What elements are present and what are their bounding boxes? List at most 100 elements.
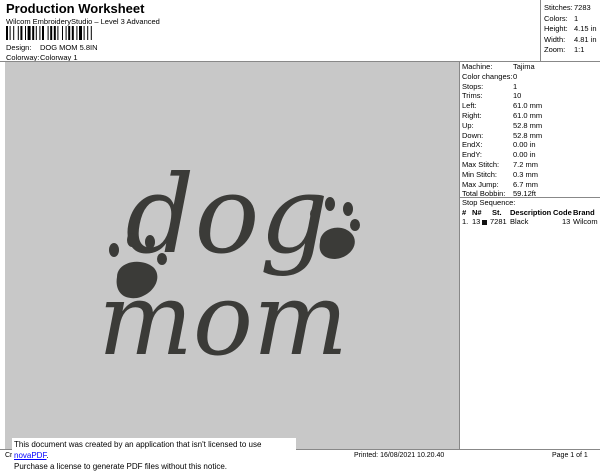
software-subtitle: Wilcom EmbroideryStudio – Level 3 Advanc…	[6, 17, 160, 26]
barcode-bar	[71, 26, 74, 40]
stat-label: Height:	[544, 24, 568, 33]
machine-value: 61.0 mm	[513, 110, 543, 120]
machine-info-panel: Machine: Tajima Color changes: 0 Stops: 1 Trim…	[462, 62, 598, 199]
table-row: 1. 13 7281 Black 13 Wilcom	[462, 217, 598, 227]
col-code: Code	[553, 208, 572, 217]
novapdf-link[interactable]: novaPDF	[14, 451, 46, 460]
barcode-bar	[9, 26, 11, 40]
color-swatch	[482, 217, 487, 226]
machine-label: Color changes:	[462, 71, 513, 81]
machine-value: 6.7 mm	[513, 179, 539, 189]
stat-colors: Colors: 1	[544, 14, 600, 25]
barcode-bar	[68, 26, 71, 40]
machine-label: Trims:	[462, 91, 483, 101]
barcode-bar	[35, 26, 37, 40]
stat-value: 4.15 in	[574, 24, 597, 33]
machine-value: 52.8 mm	[513, 120, 543, 130]
barcode-bar	[27, 26, 31, 40]
machine-value: 0.00 in	[513, 150, 536, 160]
row-st: 7281	[490, 217, 507, 226]
barcode-bar	[50, 26, 53, 40]
machine-label: EndX:	[462, 140, 483, 150]
design-text-dog: dog	[125, 153, 328, 278]
page-number: Page 1 of 1	[552, 452, 588, 459]
stat-value: 1	[574, 13, 579, 23]
stat-height: Height: 4.15 in	[544, 24, 600, 35]
machine-label: Stops:	[462, 81, 484, 91]
row-num: 1.	[462, 217, 469, 226]
divider	[540, 0, 541, 61]
machine-label: Max Stitch:	[462, 159, 500, 169]
machine-label: Left:	[462, 101, 477, 111]
machine-value: 1	[513, 81, 518, 91]
row-description: Black	[510, 217, 529, 226]
stat-value: 1:1	[574, 45, 585, 54]
barcode-bar	[65, 26, 67, 40]
barcode-bar	[6, 26, 8, 40]
barcode-image	[6, 26, 92, 40]
machine-value: 61.0 mm	[513, 101, 543, 111]
machine-row: Max Jump: 6.7 mm	[462, 180, 598, 190]
stop-sequence-title: Stop Sequence:	[462, 198, 516, 207]
barcode-bar	[62, 26, 63, 40]
barcode-bar	[76, 26, 78, 40]
notice-line2: Purchase a license to generate PDF files…	[14, 462, 227, 471]
machine-row: Color changes: 0	[462, 72, 598, 82]
col-brand: Brand	[573, 208, 595, 217]
barcode-bar	[25, 26, 26, 40]
machine-row: Left: 61.0 mm	[462, 101, 598, 111]
machine-value: 0.3 mm	[513, 169, 539, 179]
design-label: Design:	[6, 43, 32, 52]
stat-label: Stitches:	[544, 3, 573, 12]
col-num: #	[462, 208, 467, 217]
machine-row: Up: 52.8 mm	[462, 121, 598, 131]
machine-value: 10	[513, 91, 522, 101]
design-preview: dog mom	[5, 62, 459, 449]
col-description: Description	[510, 208, 552, 217]
machine-label: Up:	[462, 120, 474, 130]
machine-label: Machine:	[462, 62, 493, 71]
row-code: 13	[562, 217, 571, 226]
machine-label: Min Stitch:	[462, 169, 498, 179]
design-row: Design: DOG MOM 5.8IN	[6, 43, 146, 53]
page-title: Production Worksheet	[6, 1, 145, 16]
machine-row: Min Stitch: 0.3 mm	[462, 170, 598, 180]
machine-value: 52.8 mm	[513, 130, 543, 140]
barcode-bar	[90, 26, 92, 40]
barcode-bar	[47, 26, 49, 40]
machine-label: Down:	[462, 130, 484, 140]
row-n: 13	[472, 217, 481, 226]
machine-label: Right:	[462, 110, 482, 120]
stat-zoom: Zoom: 1:1	[544, 45, 600, 56]
machine-row: EndY: 0.00 in	[462, 150, 598, 160]
machine-label: Max Jump:	[462, 179, 499, 189]
embroidery-design-art: dog mom	[98, 153, 360, 378]
machine-row: Machine: Tajima	[462, 62, 598, 72]
col-n: N#	[472, 208, 482, 217]
row-brand: Wilcom	[573, 217, 598, 226]
stat-stitches: Stitches: 7283	[544, 3, 600, 14]
machine-row: Trims: 10	[462, 91, 598, 101]
col-st: St.	[492, 208, 502, 217]
machine-value: 0.00 in	[513, 140, 536, 150]
machine-value: 7.2 mm	[513, 159, 539, 169]
license-notice: This document was created by an applicat…	[12, 438, 296, 471]
machine-row: EndX: 0.00 in	[462, 140, 598, 150]
barcode-bar	[79, 26, 82, 40]
stat-value: 7283	[574, 3, 591, 12]
machine-row: Stops: 1	[462, 82, 598, 92]
machine-value: 0	[513, 71, 518, 81]
divider	[459, 62, 460, 449]
stat-label: Zoom:	[544, 45, 566, 54]
barcode-bar	[32, 26, 35, 40]
machine-row: Right: 61.0 mm	[462, 111, 598, 121]
machine-value: Tajima	[513, 62, 535, 71]
stats-panel: Stitches: 7283 Colors: 1 Height: 4.15 in Wi…	[544, 3, 600, 56]
stat-label: Colors:	[544, 13, 568, 23]
barcode-bar	[57, 26, 59, 40]
stat-value: 4.81 in	[574, 34, 597, 44]
design-value: DOG MOM 5.8IN	[40, 43, 98, 52]
machine-row: Down: 52.8 mm	[462, 131, 598, 141]
barcode-bar	[53, 26, 56, 40]
machine-row: Max Stitch: 7.2 mm	[462, 160, 598, 170]
